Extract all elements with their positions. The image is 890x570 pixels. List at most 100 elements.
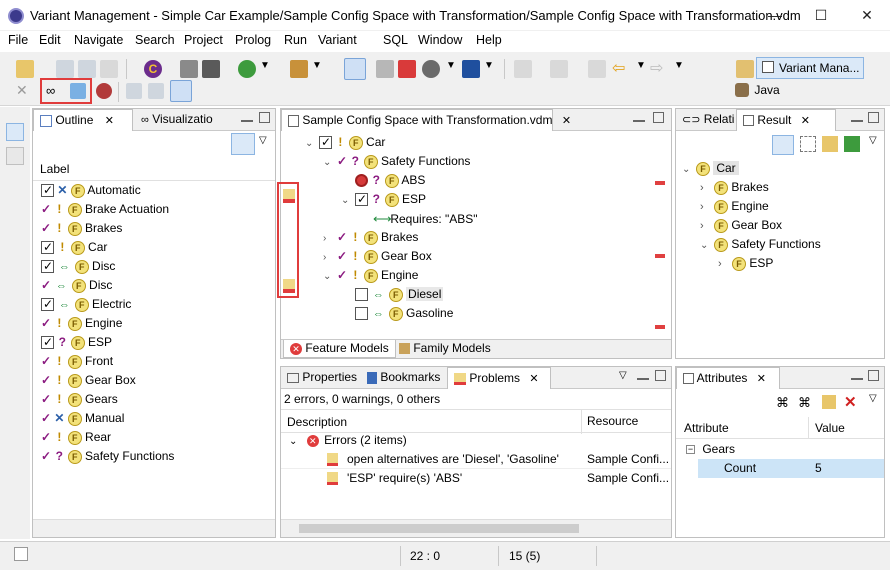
add-icon[interactable] [844, 136, 860, 152]
minimize-icon[interactable] [851, 370, 863, 380]
minimize-icon[interactable] [633, 112, 645, 122]
chevron-down-icon[interactable]: ⌄ [682, 160, 696, 179]
package-icon[interactable] [376, 60, 394, 78]
minimize-icon[interactable] [851, 112, 863, 122]
tree-node[interactable]: › ✓ ! F Gear Box [305, 247, 645, 266]
outline-item[interactable]: ⇔ F Electric [41, 295, 271, 314]
tree-node[interactable]: ⇔ F Diesel [305, 285, 645, 304]
delete-icon[interactable]: ✕ [844, 393, 857, 411]
chevron-right-icon[interactable]: › [323, 248, 337, 267]
result-node[interactable]: ⌄ F Safety Functions [682, 235, 880, 254]
outline-item[interactable]: ✓ ! F Gears [41, 390, 271, 409]
outline-item[interactable]: ✓ ! F Engine [41, 314, 271, 333]
perspective-java[interactable]: Java [735, 82, 780, 97]
menu-edit[interactable]: Edit [39, 33, 61, 47]
problem-row[interactable]: open alternatives are 'Diesel', 'Gasolin… [281, 450, 671, 469]
outline-item[interactable]: ✓ ! F Brake Actuation [41, 200, 271, 219]
maximize-icon[interactable] [868, 370, 879, 381]
forward-icon[interactable]: ⇨ [650, 58, 663, 78]
tree-layout-icon[interactable] [772, 135, 794, 155]
result-node[interactable]: › F ESP [682, 254, 880, 273]
sync-icon[interactable] [822, 395, 836, 409]
cancel-icon[interactable]: ✕ [16, 82, 28, 99]
tree-node[interactable]: ⇔ F Gasoline [305, 304, 645, 323]
result-node[interactable]: ⌄ F Car [682, 159, 880, 178]
error-marker-icon[interactable] [283, 279, 295, 293]
save-icon[interactable] [56, 60, 74, 78]
sync-icon[interactable] [822, 136, 838, 152]
forward-dropdown-icon[interactable]: ▼ [674, 60, 684, 71]
run-icon[interactable] [238, 60, 256, 78]
flag-icon[interactable] [170, 80, 192, 102]
view-menu-icon[interactable]: ▽ [869, 135, 877, 146]
view-menu-icon[interactable]: ▽ [259, 135, 267, 146]
tab-feature-models[interactable]: ✕ Feature Models [283, 340, 396, 358]
checkbox-icon[interactable] [319, 133, 332, 152]
doc2-icon[interactable] [148, 83, 164, 99]
problem-row[interactable]: 'ESP' require(s) 'ABS' Sample Confi... [281, 469, 671, 488]
tab-bookmarks[interactable]: Bookmarks [361, 367, 446, 389]
minimize-icon[interactable] [637, 370, 649, 380]
chevron-down-icon[interactable]: ⌄ [341, 191, 355, 210]
tab-problems[interactable]: Problems ✕ [447, 367, 551, 389]
checkbox-icon[interactable] [41, 238, 54, 257]
minimize-button[interactable]: — [752, 0, 798, 31]
hierarchy-trim-icon[interactable] [6, 147, 24, 165]
close-tab-icon[interactable]: ✕ [105, 115, 114, 127]
view-menu-icon[interactable]: ▽ [619, 370, 627, 381]
debug-person-icon[interactable] [202, 60, 220, 78]
attribute-group-row[interactable]: − Gears [686, 440, 735, 459]
result-node[interactable]: › F Brakes [682, 178, 880, 197]
outline-item[interactable]: ! F Car [41, 238, 271, 257]
outline-item[interactable]: ✓ ! F Gear Box [41, 371, 271, 390]
fast-view-icon[interactable] [14, 547, 28, 561]
error-marker-icon[interactable] [283, 189, 295, 203]
scroll-thumb[interactable] [299, 524, 579, 533]
back-dropdown-icon[interactable]: ▼ [636, 60, 646, 71]
tree-node[interactable]: ⌄ ! F Car [305, 133, 645, 152]
checkbox-icon[interactable] [41, 295, 54, 314]
filter-icon[interactable] [800, 136, 816, 152]
next-annotation-icon[interactable] [514, 60, 532, 78]
checkbox-icon[interactable] [41, 333, 54, 352]
tab-relations[interactable]: ⊂⊃ Relati [676, 109, 740, 131]
close-tab-icon[interactable]: ✕ [801, 115, 810, 127]
menu-help[interactable]: Help [476, 33, 502, 47]
prev-annotation-icon[interactable] [550, 60, 568, 78]
overview-error-mark[interactable] [655, 181, 665, 185]
checkbox-icon[interactable] [41, 181, 54, 200]
horizontal-scrollbar[interactable] [33, 519, 275, 537]
outline-item[interactable]: ✓ ! F Front [41, 352, 271, 371]
menu-file[interactable]: File [8, 33, 28, 47]
print-icon[interactable] [100, 60, 118, 78]
link-editor-icon[interactable] [231, 133, 255, 155]
overview-error-mark[interactable] [655, 325, 665, 329]
outline-item[interactable]: ✓ ! F Brakes [41, 219, 271, 238]
outline-item[interactable]: ✓ ⇔ F Disc [41, 276, 271, 295]
menu-search[interactable]: Search [135, 33, 175, 47]
attribute-row[interactable]: Count 5 [698, 459, 884, 478]
sync-icon[interactable] [70, 83, 86, 99]
close-tab-icon[interactable]: ✕ [529, 373, 538, 385]
glasses-icon[interactable]: ∞ [46, 83, 55, 98]
tab-editor[interactable]: Sample Config Space with Transformation.… [281, 109, 571, 131]
outline-item[interactable]: ⇔ F Disc [41, 257, 271, 276]
tree-node[interactable]: ⌄ ✓ ! F Engine [305, 266, 645, 285]
menu-run[interactable]: Run [284, 33, 307, 47]
doc-icon[interactable] [126, 83, 142, 99]
overview-error-mark[interactable] [655, 254, 665, 258]
gear-red-icon[interactable] [96, 83, 112, 99]
tab-outline[interactable]: Outline ✕ [33, 109, 133, 131]
chevron-right-icon[interactable]: › [323, 229, 337, 248]
menu-prolog[interactable]: Prolog [235, 33, 271, 47]
red-tool-icon[interactable] [398, 60, 416, 78]
tool-dropdown-icon[interactable]: ▼ [312, 60, 322, 71]
checkbox-icon[interactable] [355, 190, 368, 209]
perspective-variant[interactable]: Variant Mana... [756, 57, 864, 79]
view-menu-icon[interactable]: ▽ [869, 393, 877, 404]
c-icon[interactable]: C [144, 60, 162, 78]
menu-navigate[interactable]: Navigate [74, 33, 123, 47]
maximize-icon[interactable] [655, 370, 666, 381]
tree-node[interactable]: ⌄ ? F ESP [305, 190, 645, 209]
gears-icon[interactable] [422, 60, 440, 78]
